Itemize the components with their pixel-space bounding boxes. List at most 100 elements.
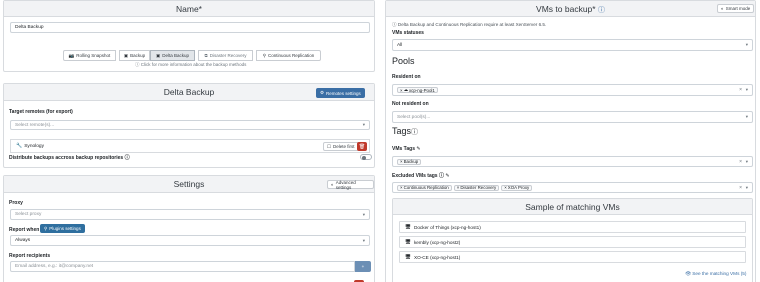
- delta-backup-card: Delta Backup ⚙ Remotes settings Target re…: [3, 83, 375, 168]
- close-icon[interactable]: ×: [400, 185, 403, 190]
- toggle-icon: ◐: [721, 6, 724, 11]
- clear-icon[interactable]: ×: [739, 159, 742, 165]
- delete-remote-button[interactable]: 🗑: [357, 142, 367, 151]
- vms-tags-select[interactable]: × Backup × ▾: [392, 156, 753, 167]
- excluded-tags-select[interactable]: × Continuous Replication × Disaster Recove…: [392, 182, 753, 193]
- close-icon[interactable]: ×: [504, 185, 507, 190]
- settings-card: Settings ◐ Advanced settings Proxy Select…: [3, 175, 375, 282]
- pencil-icon[interactable]: ✎: [445, 173, 449, 179]
- toggle-knob: [362, 155, 366, 160]
- sample-vm-item[interactable]: 🖥 XO-CE (xcp-ng-host1): [399, 251, 746, 263]
- xenserver-notice: ⓘ Delta Backup and Continuous Replicatio…: [392, 22, 547, 27]
- info-icon[interactable]: ⓘ: [411, 129, 418, 136]
- recipients-input[interactable]: Email address, e.g.: it@company.net: [10, 261, 355, 272]
- pool-tag: × ☁ xcp-ng-Pool1: [397, 87, 438, 93]
- caret-down-icon: ▾: [362, 122, 365, 127]
- trash-icon: 🗑: [358, 143, 366, 150]
- save-icon: ▣: [155, 52, 161, 58]
- clone-icon: ⧉: [204, 53, 208, 58]
- report-recipients-label: Report recipients: [9, 253, 51, 259]
- eye-icon: 👁: [685, 271, 691, 276]
- add-recipient-button[interactable]: +: [355, 261, 371, 272]
- backup-methods-info[interactable]: ⓘ Click for more information about the b…: [135, 62, 246, 68]
- excluded-tag: × XOA Proxy: [501, 184, 533, 191]
- distribute-label: Distribute backups accross backup reposi…: [9, 155, 130, 161]
- resident-on-label: Resident on: [392, 74, 421, 80]
- resident-on-select[interactable]: × ☁ xcp-ng-Pool1 × ▾: [392, 84, 753, 96]
- vms-card-title: VMs to backup*: [536, 4, 596, 14]
- close-icon[interactable]: ×: [400, 88, 403, 93]
- not-resident-label: Not resident on: [392, 101, 429, 107]
- tags-title: Tagsⓘ: [392, 126, 419, 136]
- backup-mode-group: 📷 Rolling Snapshot ▣ Backup ▣ Delta Backup …: [63, 50, 321, 61]
- close-icon[interactable]: ×: [400, 159, 403, 164]
- delete-first-button[interactable]: ☐ Delete first: [323, 142, 359, 151]
- backup-name-input[interactable]: Delta Backup: [10, 22, 370, 33]
- see-matching-vms-link[interactable]: 👁 See the matching VMs (5): [685, 271, 746, 277]
- info-icon[interactable]: ⓘ: [598, 7, 605, 14]
- target-remotes-label: Target remotes (for export): [9, 109, 73, 115]
- mode-backup-button[interactable]: ▣ Backup: [119, 50, 150, 61]
- sample-vm-item[interactable]: 🖥 kembly (xcp-ng-host2): [399, 236, 746, 248]
- not-resident-select[interactable]: Select pool(s)... ▾: [392, 111, 753, 123]
- caret-down-icon: ▾: [362, 237, 365, 243]
- proxy-select[interactable]: Select proxy ▾: [10, 209, 370, 220]
- advanced-settings-button[interactable]: ◐ Advanced settings: [327, 180, 374, 190]
- remotes-settings-button[interactable]: ⚙ Remotes settings: [316, 88, 365, 98]
- plugins-settings-button[interactable]: ⚲ Plugins settings: [40, 224, 85, 233]
- remote-row: 🔧 Synology ☐ Delete first 🗑: [10, 139, 370, 153]
- info-icon[interactable]: ⓘ: [439, 173, 444, 179]
- desktop-icon: 🖥: [405, 224, 411, 229]
- gear-icon: ⚙: [320, 90, 325, 95]
- settings-title: Settings: [4, 176, 374, 193]
- plug-icon: ⚲: [44, 225, 48, 231]
- caret-down-icon: ▾: [745, 184, 748, 190]
- remote-name: Synology: [24, 143, 44, 149]
- clear-icon[interactable]: ×: [739, 87, 742, 93]
- caret-down-icon: ▾: [745, 158, 748, 164]
- caret-down-icon: ▾: [745, 114, 748, 119]
- info-icon: ⓘ: [135, 62, 140, 67]
- mode-rolling-snapshot-button[interactable]: 📷 Rolling Snapshot: [63, 50, 116, 61]
- caret-down-icon: ▾: [745, 87, 748, 92]
- wrench-icon: 🔧: [16, 143, 23, 149]
- desktop-icon: 🖥: [405, 254, 411, 259]
- checkbox-icon: ☐: [327, 143, 332, 149]
- close-icon[interactable]: ×: [457, 185, 460, 190]
- mode-delta-backup-button[interactable]: ▣ Delta Backup: [150, 50, 195, 61]
- sample-title: Sample of matching VMs: [393, 199, 752, 215]
- toggle-icon: ◐: [331, 182, 334, 187]
- vm-statuses-select[interactable]: All ▾: [392, 39, 753, 51]
- info-icon: ⓘ: [392, 22, 397, 27]
- plug-icon: ⚲: [262, 52, 266, 58]
- smart-mode-button[interactable]: ◐ Smart mode: [717, 4, 755, 13]
- name-card-title: Name*: [4, 1, 374, 17]
- excluded-tag: × Disaster Recovery: [453, 184, 500, 191]
- clear-icon[interactable]: ×: [739, 185, 742, 191]
- camera-icon: 📷: [68, 52, 75, 58]
- backup-name-value: Delta Backup: [15, 25, 44, 30]
- info-icon: ⓘ: [124, 155, 130, 161]
- mode-continuous-replication-button[interactable]: ⚲ Continuous Replication: [256, 50, 321, 61]
- excluded-tag: × Continuous Replication: [397, 184, 452, 191]
- pencil-icon[interactable]: ✎: [416, 146, 420, 152]
- vm-tag: × Backup: [397, 158, 422, 165]
- vms-card-header: VMs to backup* ⓘ: [386, 1, 755, 17]
- report-when-label: Report when: [9, 227, 40, 233]
- sample-card: Sample of matching VMs 🖥 Docker of Things…: [392, 198, 753, 282]
- distribute-toggle[interactable]: [360, 154, 372, 160]
- caret-down-icon: ▾: [745, 42, 748, 47]
- target-remotes-select[interactable]: Select remote(s)... ▾: [10, 120, 370, 130]
- report-when-select[interactable]: Always ▾: [10, 235, 370, 246]
- proxy-label: Proxy: [9, 200, 23, 206]
- pools-title: Pools: [392, 56, 415, 66]
- sample-vm-item[interactable]: 🖥 Docker of Things (xcp-ng-host1): [399, 221, 746, 233]
- vm-statuses-label: VMs statuses: [392, 30, 424, 36]
- cloud-icon: ☁: [403, 87, 408, 92]
- caret-down-icon: ▾: [362, 211, 365, 217]
- vms-card: VMs to backup* ⓘ ◐ Smart mode ⓘ Delta Bac…: [385, 0, 756, 282]
- mode-disaster-recovery-button[interactable]: ⧉ Disaster Recovery: [198, 50, 253, 61]
- plus-icon: +: [361, 264, 365, 269]
- save-icon: ▣: [123, 52, 129, 58]
- name-card: Name* Delta Backup 📷 Rolling Snapshot ▣ Ba…: [3, 0, 375, 72]
